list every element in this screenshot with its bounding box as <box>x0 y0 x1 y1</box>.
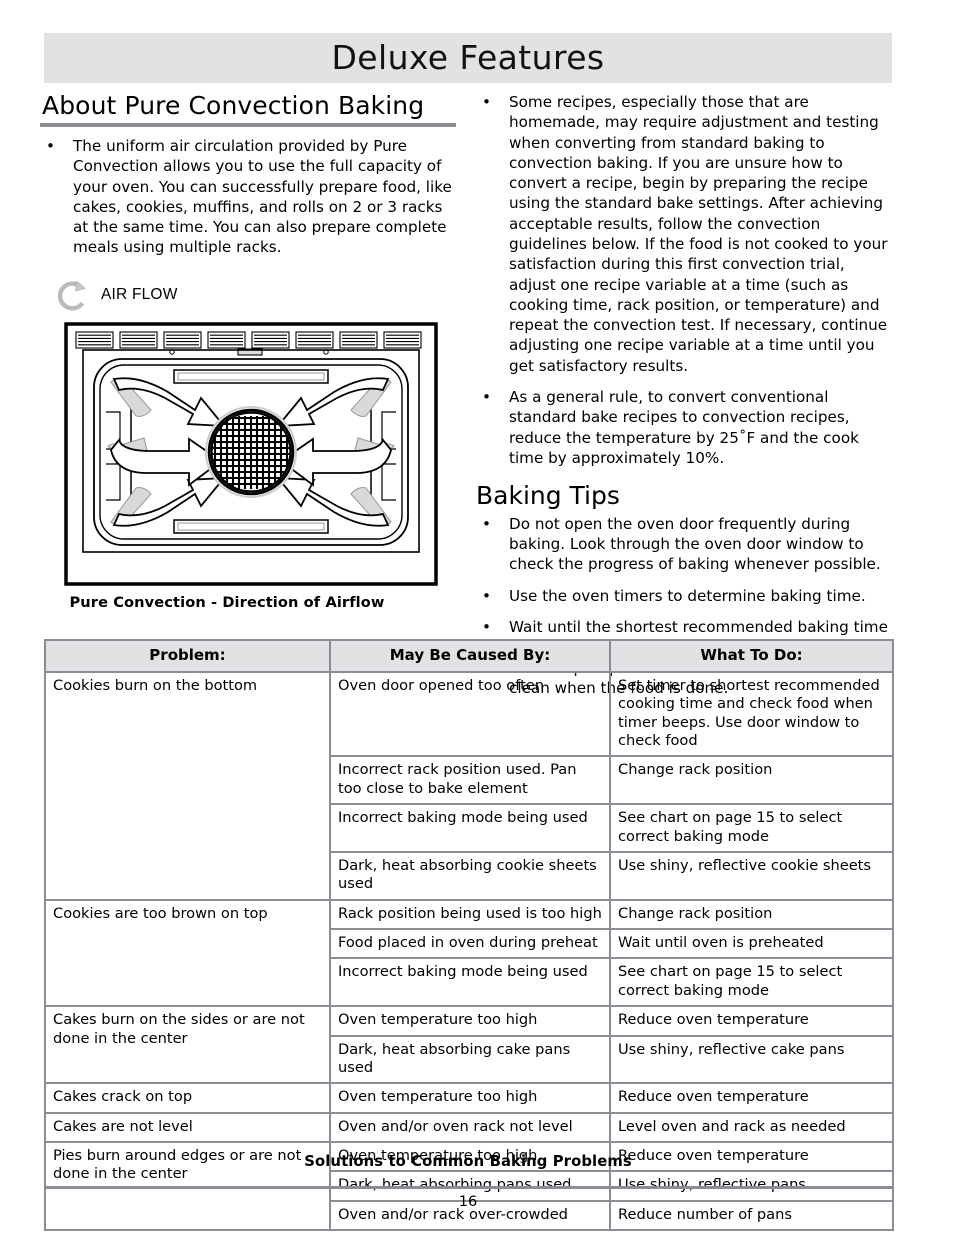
page-number: 16 <box>458 1193 478 1210</box>
cell-action: Change rack position <box>609 898 894 931</box>
list-item: • Do not open the oven door frequently d… <box>476 514 894 575</box>
cell-cause: Incorrect baking mode being used <box>329 803 611 853</box>
oven-airflow-figure <box>64 321 438 586</box>
list-item: • Some recipes, especially those that ar… <box>476 92 894 376</box>
table-row: Cookies burn on the bottom Oven door open… <box>44 670 894 901</box>
section-heading-baking-tips: Baking Tips <box>476 481 620 511</box>
circular-arrow-icon <box>54 276 92 314</box>
bullet-dot-icon: • <box>482 93 491 111</box>
cell-action: See chart on page 15 to select correct b… <box>609 957 894 1008</box>
cell-action: Reduce oven temperature <box>609 1082 894 1114</box>
table-row: Cakes burn on the sides or are not done … <box>44 1005 894 1085</box>
right-column: • Some recipes, especially those that ar… <box>476 92 894 698</box>
list-item: • Use the oven timers to determine bakin… <box>476 586 894 606</box>
column-header-action: What To Do: <box>609 639 894 673</box>
footer-divider-rule <box>44 1186 892 1189</box>
table-header-row: Problem: May Be Caused By: What To Do: <box>44 639 894 673</box>
page-title: Deluxe Features <box>331 38 605 77</box>
cell-cause: Dark, heat absorbing cake pans used <box>329 1034 611 1085</box>
cell-cause: Oven door opened too often <box>329 670 611 758</box>
list-item: • The uniform air circulation provided b… <box>40 136 460 258</box>
right-intro-bullet-list: • Some recipes, especially those that ar… <box>476 92 894 468</box>
table-caption: Solutions to Common Baking Problems <box>304 1153 632 1170</box>
list-item: • As a general rule, to convert conventi… <box>476 387 894 468</box>
bullet-dot-icon: • <box>482 617 491 636</box>
left-bullet-list: • The uniform air circulation provided b… <box>40 136 460 258</box>
cell-problem: Cakes burn on the sides or are not done … <box>44 1005 331 1085</box>
list-item-text: Do not open the oven door frequently dur… <box>509 514 881 574</box>
cell-action: Change rack position <box>609 755 894 806</box>
cell-action: See chart on page 15 to select correct b… <box>609 803 894 853</box>
cell-problem: Cookies burn on the bottom <box>44 670 331 901</box>
list-item-text: Use the oven timers to determine baking … <box>509 586 866 605</box>
bullet-dot-icon: • <box>482 387 491 406</box>
cell-cause: Rack position being used is too high <box>329 898 611 931</box>
cell-action: Reduce oven temperature <box>609 1005 894 1037</box>
table-row: Cakes crack on top Oven temperature too h… <box>44 1082 894 1114</box>
table-body: Cookies burn on the bottom Oven door open… <box>44 670 894 1232</box>
column-header-problem: Problem: <box>44 639 331 673</box>
list-item-text: As a general rule, to convert convention… <box>509 387 859 467</box>
cell-cause: Incorrect baking mode being used <box>329 957 611 1008</box>
cell-cause: Oven temperature too high <box>329 1005 611 1037</box>
cell-cause: Food placed in oven during preheat <box>329 928 611 960</box>
list-item-text: The uniform air circulation provided by … <box>73 137 452 257</box>
cell-action: Use shiny, reflective cake pans <box>609 1034 894 1085</box>
airflow-legend: AIR FLOW <box>54 276 460 314</box>
cell-action: Use shiny, reflective cookie sheets <box>609 850 894 901</box>
column-header-cause: May Be Caused By: <box>329 639 611 673</box>
bullet-dot-icon: • <box>482 514 491 533</box>
table-row: Cookies are too brown on top Rack positio… <box>44 898 894 1008</box>
baking-problems-table: Problem: May Be Caused By: What To Do: C… <box>44 639 894 1232</box>
cell-action: Wait until oven is preheated <box>609 928 894 960</box>
left-column: About Pure Convection Baking • The unifo… <box>40 92 460 611</box>
bullet-dot-icon: • <box>46 137 55 155</box>
cell-cause: Dark, heat absorbing cookie sheets used <box>329 850 611 901</box>
cell-problem: Cookies are too brown on top <box>44 898 331 1008</box>
section-heading-about-pure-convection: About Pure Convection Baking <box>42 91 425 120</box>
table-row: Cakes are not level Oven and/or oven rack… <box>44 1111 894 1144</box>
cell-problem: Cakes crack on top <box>44 1082 331 1114</box>
cell-cause: Oven and/or oven rack not level <box>329 1111 611 1144</box>
bullet-dot-icon: • <box>482 586 491 605</box>
cell-cause: Incorrect rack position used. Pan too cl… <box>329 755 611 806</box>
heading-underline-rule <box>40 123 456 127</box>
cell-action: Set timer to shortest recommended cookin… <box>609 670 894 758</box>
cell-problem: Cakes are not level <box>44 1111 331 1144</box>
list-item-text: Some recipes, especially those that are … <box>509 93 888 375</box>
cell-action: Level oven and rack as needed <box>609 1111 894 1144</box>
airflow-label: AIR FLOW <box>101 285 178 303</box>
figure-caption: Pure Convection - Direction of Airflow <box>69 593 385 611</box>
cell-cause: Oven temperature too high <box>329 1082 611 1114</box>
